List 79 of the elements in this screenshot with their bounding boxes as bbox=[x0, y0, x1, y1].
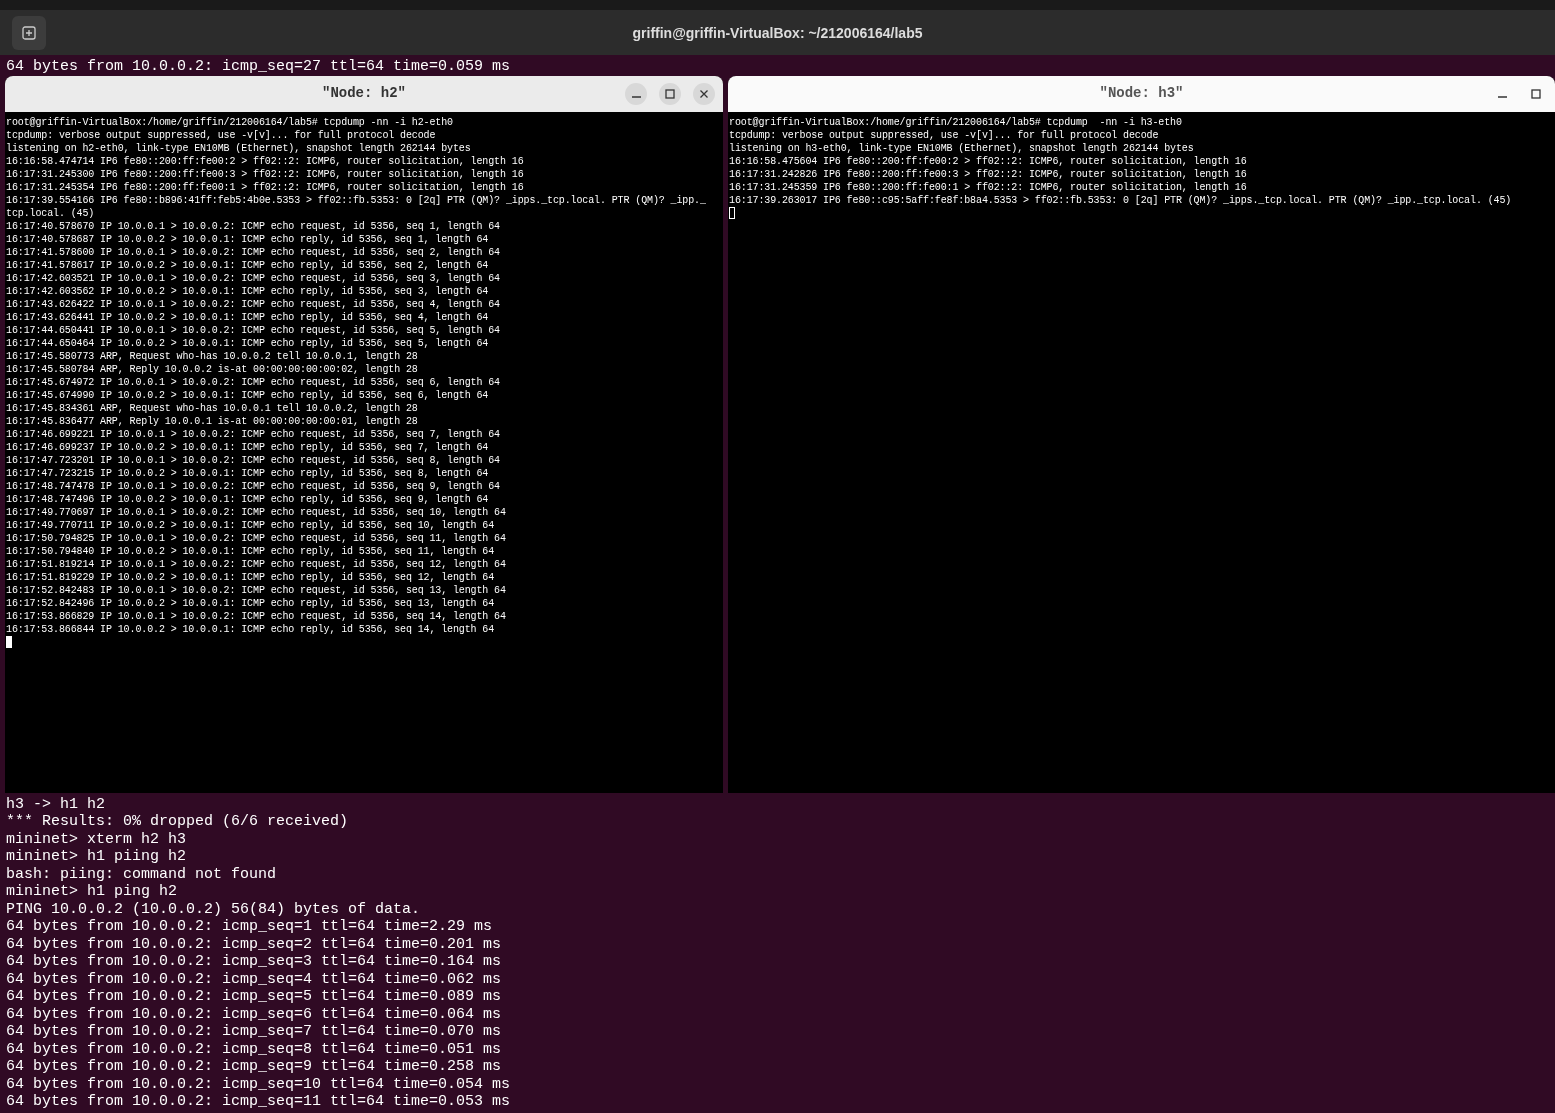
terminal-line: mininet> h1 ping h2 bbox=[5, 883, 178, 901]
terminal-line: 16:17:53.866844 IP 10.0.0.2 > 10.0.0.1: ICMP echo reply, id 5356, seq 14, length 64 bbox=[6, 622, 495, 636]
terminal-line: 16:17:43.626441 IP 10.0.0.2 > 10.0.0.1: ICMP echo reply, id 5356, seq 4, length 64 bbox=[6, 310, 489, 324]
terminal-line: listening on h3-eth0, link-type EN10MB (Ethernet), snapshot length 262144 bytes bbox=[729, 141, 1194, 155]
terminal-line: PING 10.0.0.2 (10.0.0.2) 56(84) bytes of data. bbox=[5, 900, 421, 918]
terminal-line: 16:17:43.626422 IP 10.0.0.1 > 10.0.0.2: ICMP echo request, id 5356, seq 4, length 64 bbox=[6, 297, 500, 311]
terminal-line: tcp.local. (45) bbox=[6, 206, 95, 220]
terminal-line: listening on h2-eth0, link-type EN10MB (Ethernet), snapshot length 262144 bytes bbox=[6, 141, 471, 155]
new-tab-icon bbox=[22, 26, 36, 40]
maximize-icon bbox=[1531, 88, 1541, 99]
terminal-line: mininet> xterm h2 h3 bbox=[5, 830, 187, 848]
terminal-line: 16:17:40.578670 IP 10.0.0.1 > 10.0.0.2: ICMP echo request, id 5356, seq 1, length 64 bbox=[6, 219, 500, 233]
terminal-line: 64 bytes from 10.0.0.2: icmp_seq=10 ttl=64 time=0.054 ms bbox=[5, 1075, 511, 1093]
terminal-line: 16:17:44.650464 IP 10.0.0.2 > 10.0.0.1: ICMP echo reply, id 5356, seq 5, length 64 bbox=[6, 336, 489, 350]
terminal-line: 16:16:58.475604 IP6 fe80::200:ff:fe00:2 > ff02::2: ICMP6, router solicitation, length 16 bbox=[729, 154, 1247, 168]
terminal-line: 16:17:46.699221 IP 10.0.0.1 > 10.0.0.2: ICMP echo request, id 5356, seq 7, length 64 bbox=[6, 427, 500, 441]
terminal-line: 16:17:31.242826 IP6 fe80::200:ff:fe00:3 > ff02::2: ICMP6, router solicitation, length 16 bbox=[729, 167, 1247, 181]
terminal-line: *** Results: 0% dropped (6/6 received) bbox=[5, 813, 349, 831]
terminal-line: 16:17:51.819229 IP 10.0.0.2 > 10.0.0.1: ICMP echo reply, id 5356, seq 12, length 64 bbox=[6, 570, 495, 584]
terminal-line: root@griffin-VirtualBox:/home/griffin/212006164/lab5# tcpdump -nn -i h3-eth0 bbox=[729, 115, 1182, 129]
terminal-line: 64 bytes from 10.0.0.2: icmp_seq=7 ttl=64 time=0.070 ms bbox=[5, 1023, 502, 1041]
minimize-icon bbox=[1497, 96, 1507, 98]
terminal-line: 16:17:31.245354 IP6 fe80::200:ff:fe00:1 > ff02::2: ICMP6, router solicitation, length 16 bbox=[6, 180, 524, 194]
terminal-line: 16:17:53.866829 IP 10.0.0.1 > 10.0.0.2: ICMP echo request, id 5356, seq 14, length 64 bbox=[6, 609, 506, 623]
terminal-line: 64 bytes from 10.0.0.2: icmp_seq=6 ttl=64 time=0.064 ms bbox=[5, 1005, 502, 1023]
terminal-line: 16:17:45.580784 ARP, Reply 10.0.0.2 is-at 00:00:00:00:00:02, length 28 bbox=[6, 362, 418, 376]
terminal-line: 16:17:50.794825 IP 10.0.0.1 > 10.0.0.2: ICMP echo request, id 5356, seq 11, length 64 bbox=[6, 531, 506, 545]
terminal-line: 16:16:58.474714 IP6 fe80::200:ff:fe00:2 > ff02::2: ICMP6, router solicitation, length 16 bbox=[6, 154, 524, 168]
terminal-line: 16:17:44.650441 IP 10.0.0.1 > 10.0.0.2: ICMP echo request, id 5356, seq 5, length 64 bbox=[6, 323, 500, 337]
terminal-line: 16:17:31.245300 IP6 fe80::200:ff:fe00:3 > ff02::2: ICMP6, router solicitation, length 16 bbox=[6, 167, 524, 181]
terminal-line: 16:17:48.747496 IP 10.0.0.2 > 10.0.0.1: ICMP echo reply, id 5356, seq 9, length 64 bbox=[6, 492, 489, 506]
terminal-line: h3 -> h1 h2 bbox=[5, 795, 106, 813]
terminal-line: 16:17:47.723201 IP 10.0.0.1 > 10.0.0.2: ICMP echo request, id 5356, seq 8, length 64 bbox=[6, 453, 500, 467]
terminal-line: 16:17:31.245359 IP6 fe80::200:ff:fe00:1 > ff02::2: ICMP6, router solicitation, length 16 bbox=[729, 180, 1247, 194]
terminal-line: 16:17:50.794840 IP 10.0.0.2 > 10.0.0.1: ICMP echo reply, id 5356, seq 11, length 64 bbox=[6, 544, 495, 558]
terminal-line: 16:17:45.674972 IP 10.0.0.1 > 10.0.0.2: ICMP echo request, id 5356, seq 6, length 64 bbox=[6, 375, 500, 389]
terminal-line: 16:17:45.580773 ARP, Request who-has 10.0.0.2 tell 10.0.0.1, length 28 bbox=[6, 349, 418, 363]
window-title: "Node: h3" bbox=[1099, 84, 1184, 102]
maximize-button[interactable] bbox=[659, 82, 681, 105]
terminal-line: root@griffin-VirtualBox:/home/griffin/212006164/lab5# tcpdump -nn -i h2-eth0 bbox=[6, 115, 453, 129]
minimize-icon bbox=[631, 96, 641, 98]
terminal-line: 16:17:52.842483 IP 10.0.0.1 > 10.0.0.2: ICMP echo request, id 5356, seq 13, length 64 bbox=[6, 583, 506, 597]
terminal-line: mininet> h1 piing h2 bbox=[5, 848, 187, 866]
terminal-line: 16:17:39.263017 IP6 fe80::c95:5aff:fe8f:b8a4.5353 > ff02::fb.5353: 0 [2q] PTR (QM)? _ipps._tcp.local. PTR (QM)? _ipp._tcp.local. (45) bbox=[729, 193, 1512, 207]
window-title: griffin@griffin-VirtualBox: ~/212006164/lab5 bbox=[632, 24, 923, 43]
terminal-line: 16:17:39.554166 IP6 fe80::b896:41ff:feb5:4b0e.5353 > ff02::fb.5353: 0 [2q] PTR (QM)? _ipps._tcp.local. PTR (QM)? _ipp._ bbox=[6, 193, 706, 207]
terminal-line: 16:17:46.699237 IP 10.0.0.2 > 10.0.0.1: ICMP echo reply, id 5356, seq 7, length 64 bbox=[6, 440, 489, 454]
terminal-line: 16:17:49.770711 IP 10.0.0.2 > 10.0.0.1: ICMP echo reply, id 5356, seq 10, length 64 bbox=[6, 518, 495, 532]
minimize-button[interactable] bbox=[625, 82, 647, 105]
terminal-line: 16:17:49.770697 IP 10.0.0.1 > 10.0.0.2: ICMP echo request, id 5356, seq 10, length 64 bbox=[6, 505, 506, 519]
terminal-line: tcpdump: verbose output suppressed, use -v[v]... for full protocol decode bbox=[6, 128, 436, 142]
terminal-line: 16:17:52.842496 IP 10.0.0.2 > 10.0.0.1: ICMP echo reply, id 5356, seq 13, length 64 bbox=[6, 596, 495, 610]
terminal-line: 16:17:47.723215 IP 10.0.0.2 > 10.0.0.1: ICMP echo reply, id 5356, seq 8, length 64 bbox=[6, 466, 489, 480]
terminal-line: 64 bytes from 10.0.0.2: icmp_seq=8 ttl=64 time=0.051 ms bbox=[5, 1040, 502, 1058]
terminal-line: 16:17:51.819214 IP 10.0.0.1 > 10.0.0.2: ICMP echo request, id 5356, seq 12, length 64 bbox=[6, 557, 506, 571]
terminal-line: 16:17:40.578687 IP 10.0.0.2 > 10.0.0.1: ICMP echo reply, id 5356, seq 1, length 64 bbox=[6, 232, 489, 246]
new-tab-button[interactable] bbox=[12, 16, 46, 50]
terminal-line: 64 bytes from 10.0.0.2: icmp_seq=2 ttl=64 time=0.201 ms bbox=[5, 935, 502, 953]
terminal-line: 16:17:45.834361 ARP, Request who-has 10.0.0.1 tell 10.0.0.2, length 28 bbox=[6, 401, 418, 415]
terminal-line: 64 bytes from 10.0.0.2: icmp_seq=27 ttl=64 time=0.059 ms bbox=[5, 58, 511, 76]
terminal-line: bash: piing: command not found bbox=[5, 865, 277, 883]
terminal-line: 16:17:45.836477 ARP, Reply 10.0.0.1 is-at 00:00:00:00:00:01, length 28 bbox=[6, 414, 418, 428]
terminal-line: 64 bytes from 10.0.0.2: icmp_seq=4 ttl=64 time=0.062 ms bbox=[5, 970, 502, 988]
terminal-line: 64 bytes from 10.0.0.2: icmp_seq=3 ttl=64 time=0.164 ms bbox=[5, 953, 502, 971]
terminal-line: 16:17:45.674990 IP 10.0.0.2 > 10.0.0.1: ICMP echo reply, id 5356, seq 6, length 64 bbox=[6, 388, 489, 402]
close-button[interactable] bbox=[693, 82, 715, 105]
terminal-line: 64 bytes from 10.0.0.2: icmp_seq=5 ttl=64 time=0.089 ms bbox=[5, 988, 502, 1006]
terminal-line: 64 bytes from 10.0.0.2: icmp_seq=11 ttl=64 time=0.053 ms bbox=[5, 1093, 511, 1111]
maximize-icon bbox=[665, 88, 675, 99]
terminal-line: 16:17:41.578617 IP 10.0.0.2 > 10.0.0.1: ICMP echo reply, id 5356, seq 2, length 64 bbox=[6, 258, 489, 272]
terminal-line: 16:17:42.603562 IP 10.0.0.2 > 10.0.0.1: ICMP echo reply, id 5356, seq 3, length 64 bbox=[6, 284, 489, 298]
window-title: "Node: h2" bbox=[322, 84, 406, 102]
terminal-line: 64 bytes from 10.0.0.2: icmp_seq=1 ttl=64 time=2.29 ms bbox=[5, 918, 493, 936]
terminal-line: 16:17:48.747478 IP 10.0.0.1 > 10.0.0.2: ICMP echo request, id 5356, seq 9, length 64 bbox=[6, 479, 500, 493]
terminal-line: 64 bytes from 10.0.0.2: icmp_seq=9 ttl=64 time=0.258 ms bbox=[5, 1058, 502, 1076]
terminal-line: 16:17:42.603521 IP 10.0.0.1 > 10.0.0.2: ICMP echo request, id 5356, seq 3, length 64 bbox=[6, 271, 500, 285]
terminal-line: 16:17:41.578600 IP 10.0.0.1 > 10.0.0.2: ICMP echo request, id 5356, seq 2, length 64 bbox=[6, 245, 500, 259]
terminal-line: tcpdump: verbose output suppressed, use -v[v]... for full protocol decode bbox=[729, 128, 1159, 142]
close-icon bbox=[699, 88, 709, 99]
